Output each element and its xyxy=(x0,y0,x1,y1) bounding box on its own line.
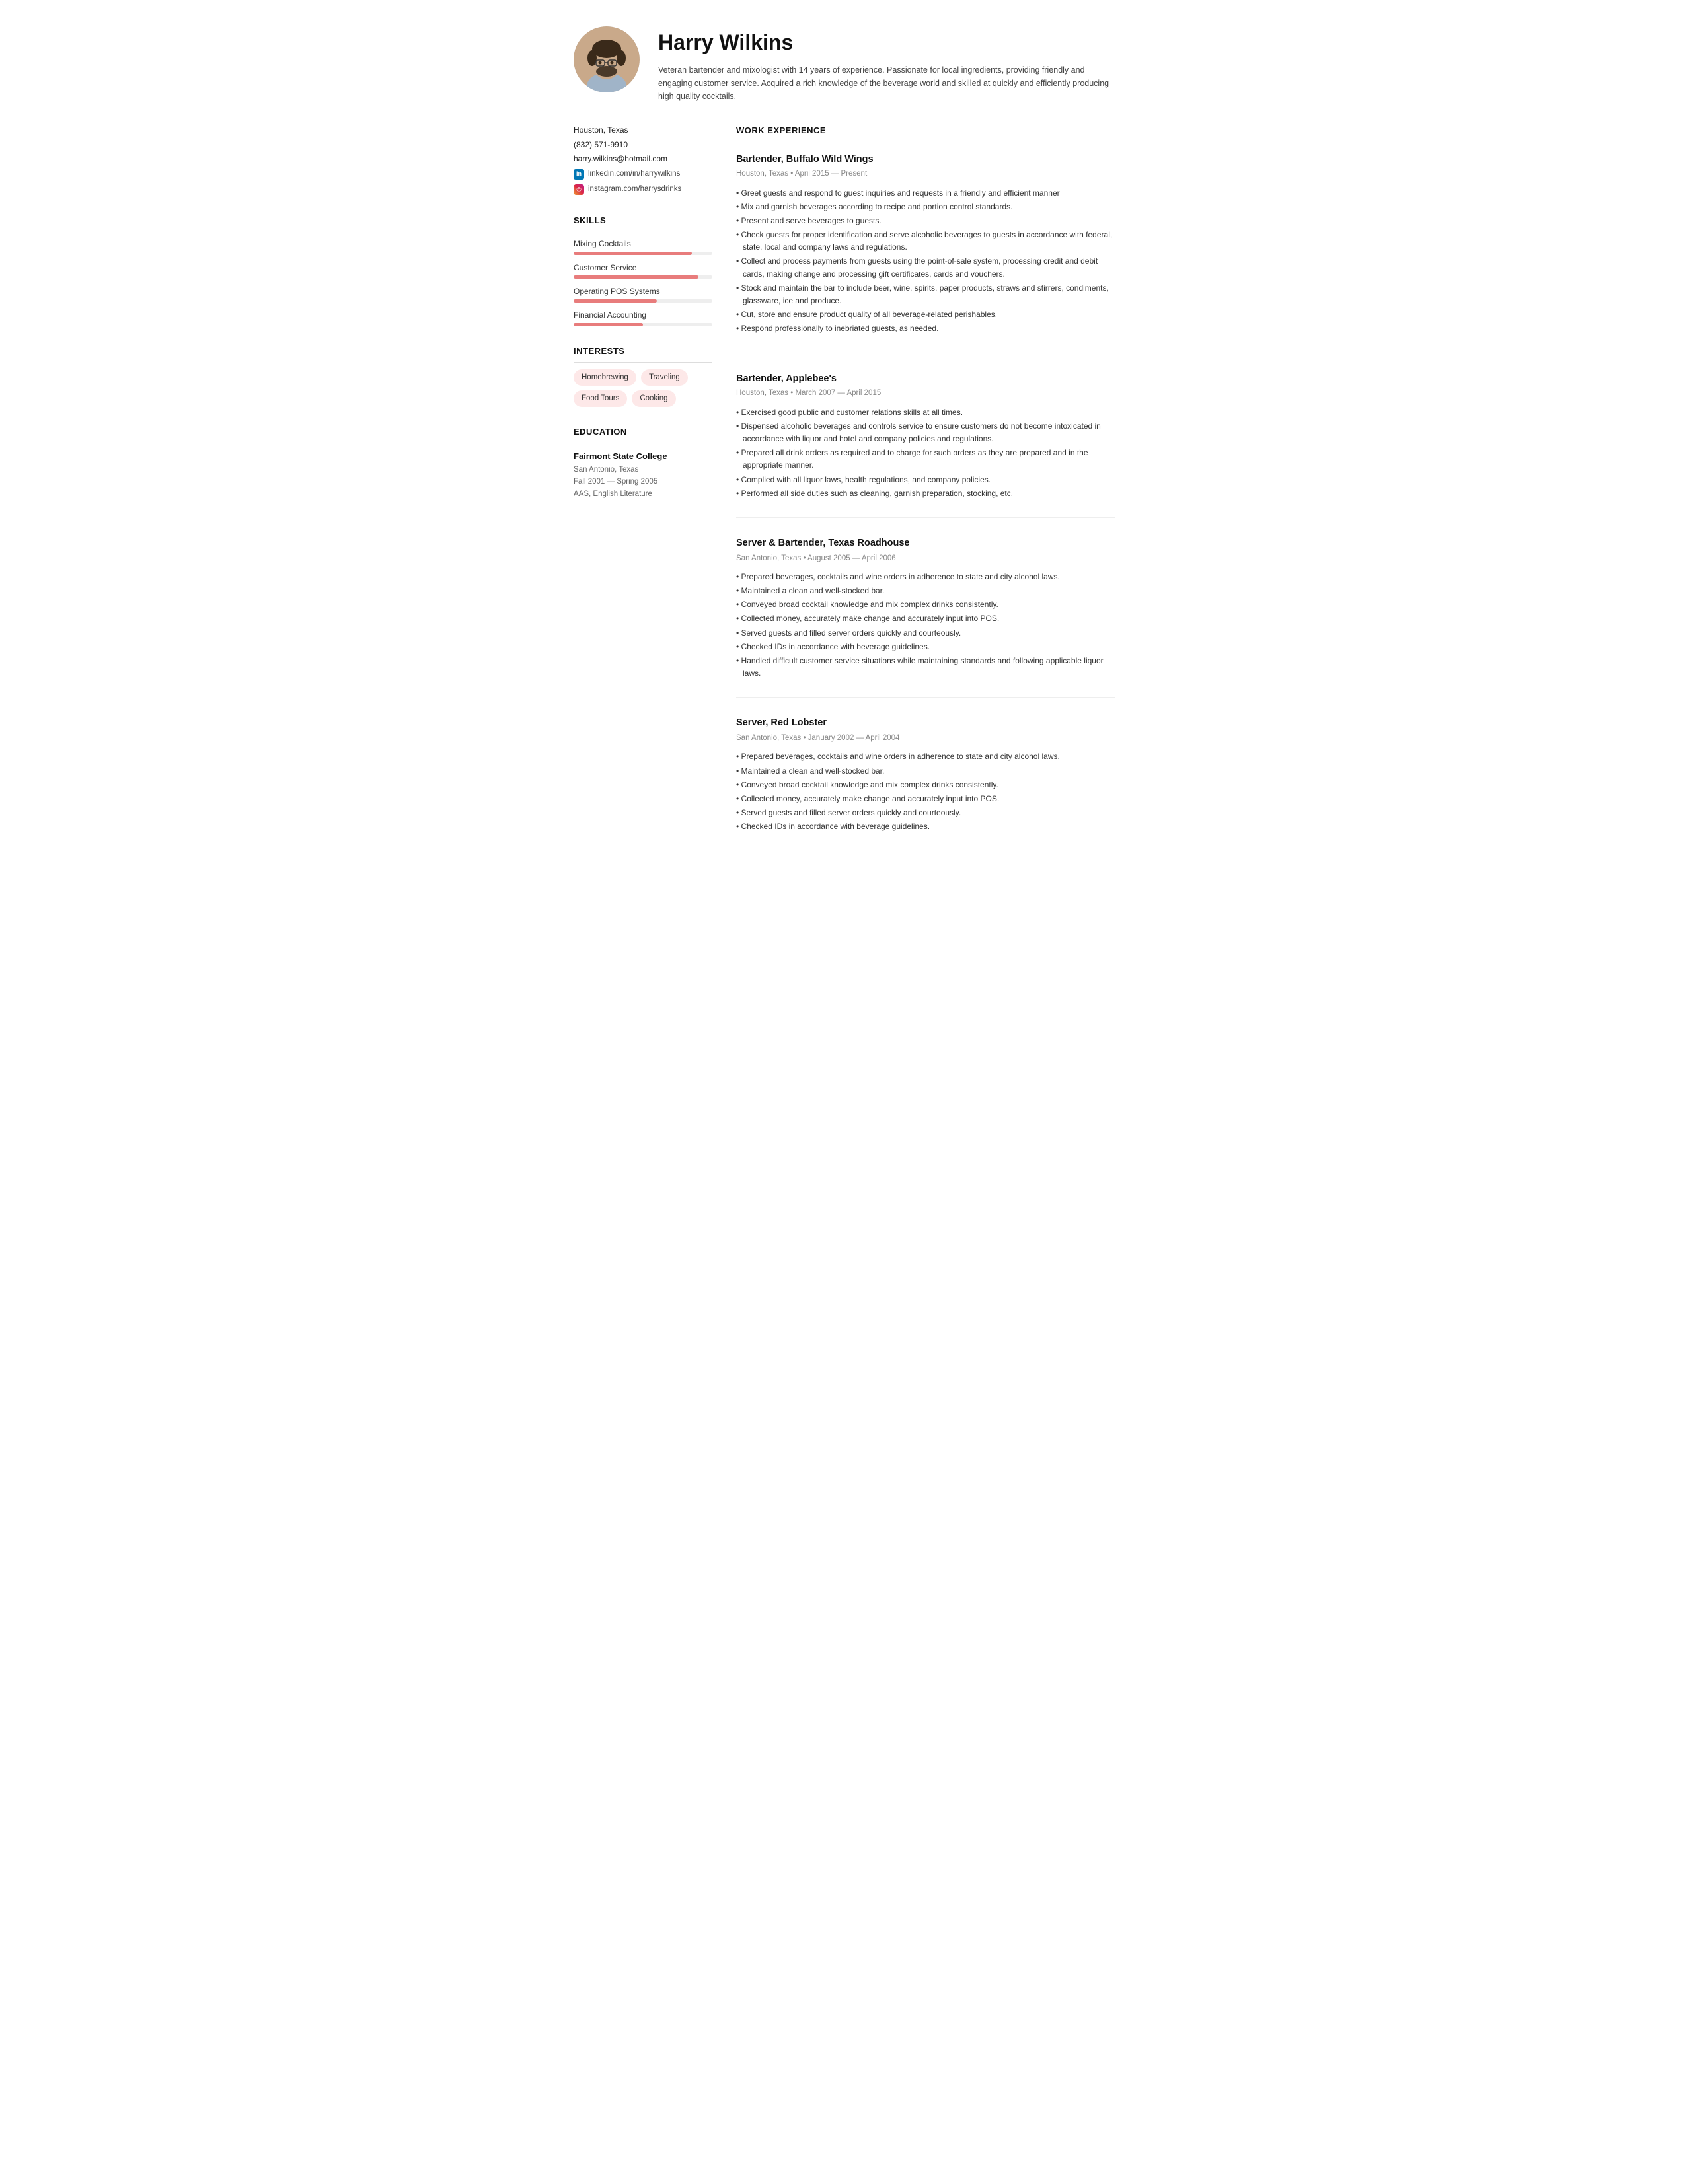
job-bullet: Check guests for proper identification a… xyxy=(736,229,1115,254)
job-title: Bartender, Applebee's xyxy=(736,372,1115,386)
job-bullet: Maintained a clean and well-stocked bar. xyxy=(736,585,1115,597)
job-title: Server & Bartender, Texas Roadhouse xyxy=(736,536,1115,551)
skill-item: Operating POS Systems xyxy=(574,285,712,303)
job-bullet: Handled difficult customer service situa… xyxy=(736,655,1115,680)
header: Harry Wilkins Veteran bartender and mixo… xyxy=(574,26,1115,103)
job-bullet: Prepared beverages, cocktails and wine o… xyxy=(736,571,1115,583)
job-bullet: Respond professionally to inebriated gue… xyxy=(736,322,1115,335)
skill-label: Financial Accounting xyxy=(574,309,712,321)
instagram-icon: ◎ xyxy=(574,184,584,195)
job-meta: Houston, Texas • April 2015 — Present xyxy=(736,168,1115,180)
sidebar: Houston, Texas (832) 571-9910 harry.wilk… xyxy=(574,124,712,869)
job-entry: Server & Bartender, Texas Roadhouse San … xyxy=(736,536,1115,698)
job-title: Server, Red Lobster xyxy=(736,716,1115,731)
job-entry: Bartender, Buffalo Wild Wings Houston, T… xyxy=(736,153,1115,353)
job-bullet: Served guests and filled server orders q… xyxy=(736,807,1115,819)
interests-section-title: INTERESTS xyxy=(574,345,712,363)
job-meta: San Antonio, Texas • January 2002 — Apri… xyxy=(736,733,1115,744)
job-bullet: Served guests and filled server orders q… xyxy=(736,627,1115,639)
interests-container: Homebrewing Traveling Food Tours Cooking xyxy=(574,369,712,408)
education-section-title: EDUCATION xyxy=(574,425,712,443)
school-degree: AAS, English Literature xyxy=(574,488,712,500)
job-bullet: Checked IDs in accordance with beverage … xyxy=(736,820,1115,833)
job-entry: Server, Red Lobster San Antonio, Texas •… xyxy=(736,716,1115,850)
job-title: Bartender, Buffalo Wild Wings xyxy=(736,153,1115,167)
job-bullets: Exercised good public and customer relat… xyxy=(736,406,1115,500)
skill-label: Customer Service xyxy=(574,262,712,273)
interests-section: INTERESTS Homebrewing Traveling Food Tours… xyxy=(574,345,712,407)
job-bullet: Greet guests and respond to guest inquir… xyxy=(736,187,1115,200)
skill-bar-fill xyxy=(574,275,698,279)
job-bullet: Conveyed broad cocktail knowledge and mi… xyxy=(736,779,1115,791)
school-dates: Fall 2001 — Spring 2005 xyxy=(574,476,712,488)
skill-bar-fill xyxy=(574,299,657,303)
candidate-name: Harry Wilkins xyxy=(658,26,1115,58)
skill-bar-fill xyxy=(574,323,643,326)
school-name: Fairmont State College xyxy=(574,450,712,463)
linkedin-url: linkedin.com/in/harrywilkins xyxy=(588,168,680,180)
job-bullets: Greet guests and respond to guest inquir… xyxy=(736,187,1115,336)
job-bullet: Present and serve beverages to guests. xyxy=(736,215,1115,227)
avatar xyxy=(574,26,640,92)
job-bullet: Dispensed alcoholic beverages and contro… xyxy=(736,420,1115,445)
job-bullet: Checked IDs in accordance with beverage … xyxy=(736,641,1115,653)
main-content: WORK EXPERIENCE Bartender, Buffalo Wild … xyxy=(736,124,1115,869)
skill-bar-fill xyxy=(574,252,692,255)
job-bullet: Prepared beverages, cocktails and wine o… xyxy=(736,750,1115,763)
contact-email: harry.wilkins@hotmail.com xyxy=(574,153,712,164)
education-section: EDUCATION Fairmont State College San Ant… xyxy=(574,425,712,500)
job-bullet: Conveyed broad cocktail knowledge and mi… xyxy=(736,599,1115,611)
job-bullets: Prepared beverages, cocktails and wine o… xyxy=(736,750,1115,833)
job-bullet: Mix and garnish beverages according to r… xyxy=(736,201,1115,213)
job-bullet: Collect and process payments from guests… xyxy=(736,255,1115,280)
skill-item: Customer Service xyxy=(574,262,712,279)
resume-page: Harry Wilkins Veteran bartender and mixo… xyxy=(547,0,1142,909)
skill-label: Operating POS Systems xyxy=(574,285,712,297)
skill-item: Mixing Cocktails xyxy=(574,238,712,255)
job-bullet: Stock and maintain the bar to include be… xyxy=(736,282,1115,307)
header-text: Harry Wilkins Veteran bartender and mixo… xyxy=(658,26,1115,103)
instagram-url: instagram.com/harrysdrinks xyxy=(588,184,681,195)
contact-phone: (832) 571-9910 xyxy=(574,139,712,151)
job-bullet: Collected money, accurately make change … xyxy=(736,612,1115,625)
interest-tag: Traveling xyxy=(641,369,688,386)
skills-container: Mixing Cocktails Customer Service Operat… xyxy=(574,238,712,326)
skill-item: Financial Accounting xyxy=(574,309,712,326)
contact-location: Houston, Texas xyxy=(574,124,712,136)
contact-section: Houston, Texas (832) 571-9910 harry.wilk… xyxy=(574,124,712,196)
instagram-row: ◎ instagram.com/harrysdrinks xyxy=(574,184,712,195)
candidate-summary: Veteran bartender and mixologist with 14… xyxy=(658,63,1115,103)
skill-bar-bg xyxy=(574,299,712,303)
linkedin-row: in linkedin.com/in/harrywilkins xyxy=(574,168,712,180)
body-layout: Houston, Texas (832) 571-9910 harry.wilk… xyxy=(574,124,1115,869)
job-bullet: Performed all side duties such as cleani… xyxy=(736,488,1115,500)
interest-tag: Cooking xyxy=(632,390,675,407)
job-meta: Houston, Texas • March 2007 — April 2015 xyxy=(736,388,1115,399)
job-entry: Bartender, Applebee's Houston, Texas • M… xyxy=(736,372,1115,518)
job-bullet: Maintained a clean and well-stocked bar. xyxy=(736,765,1115,778)
linkedin-icon: in xyxy=(574,169,584,180)
skills-section: SKILLS Mixing Cocktails Customer Service… xyxy=(574,214,712,327)
job-bullets: Prepared beverages, cocktails and wine o… xyxy=(736,571,1115,680)
interest-tag: Food Tours xyxy=(574,390,627,407)
skill-bar-bg xyxy=(574,323,712,326)
job-bullet: Cut, store and ensure product quality of… xyxy=(736,309,1115,321)
school-location: San Antonio, Texas xyxy=(574,464,712,476)
interest-tag: Homebrewing xyxy=(574,369,636,386)
skill-label: Mixing Cocktails xyxy=(574,238,712,250)
jobs-container: Bartender, Buffalo Wild Wings Houston, T… xyxy=(736,153,1115,851)
skill-bar-bg xyxy=(574,252,712,255)
job-bullet: Complied with all liquor laws, health re… xyxy=(736,474,1115,486)
skills-section-title: SKILLS xyxy=(574,214,712,232)
job-bullet: Exercised good public and customer relat… xyxy=(736,406,1115,419)
job-bullet: Collected money, accurately make change … xyxy=(736,793,1115,805)
job-meta: San Antonio, Texas • August 2005 — April… xyxy=(736,553,1115,564)
work-section-title: WORK EXPERIENCE xyxy=(736,124,1115,143)
job-bullet: Prepared all drink orders as required an… xyxy=(736,447,1115,472)
skill-bar-bg xyxy=(574,275,712,279)
